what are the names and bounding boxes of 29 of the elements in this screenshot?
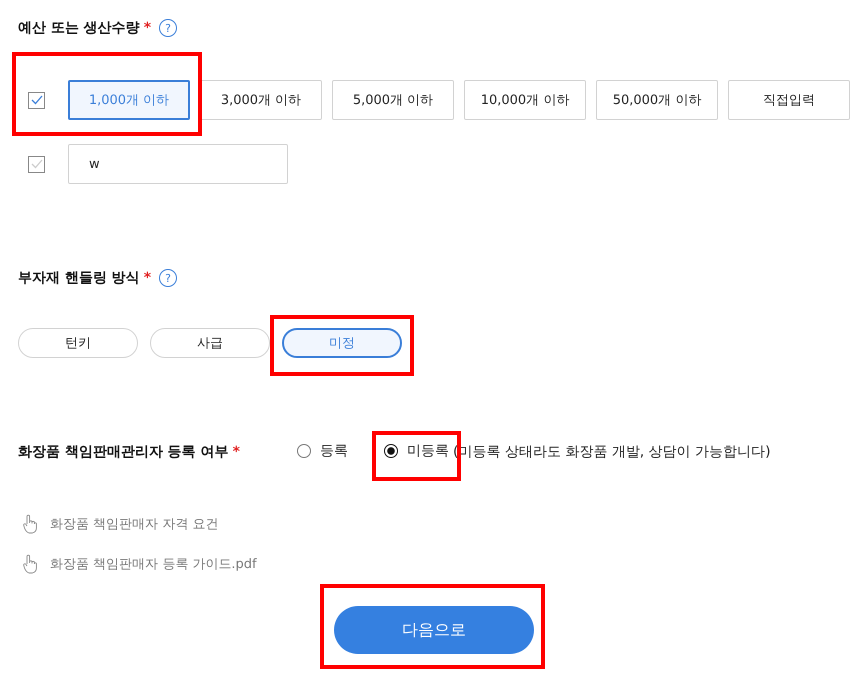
radio-option[interactable]: 미등록 bbox=[384, 442, 449, 460]
quantity-option[interactable]: 50,000개 이하 bbox=[596, 80, 718, 120]
guide-link[interactable]: 화장품 책임판매자 자격 요건 bbox=[50, 515, 218, 533]
section-title: 예산 또는 생산수량 bbox=[18, 19, 140, 37]
section-title: 화장품 책임판매관리자 등록 여부 bbox=[18, 443, 229, 461]
hand-pointer-icon bbox=[23, 554, 37, 574]
required-mark: * bbox=[144, 20, 152, 36]
guide-link[interactable]: 화장품 책임판매자 등록 가이드.pdf bbox=[50, 555, 257, 573]
check-icon bbox=[30, 159, 42, 169]
handling-option[interactable]: 미정 bbox=[282, 328, 402, 358]
radio-option[interactable]: 등록 bbox=[296, 442, 348, 460]
quantity-option[interactable]: 1,000개 이하 bbox=[68, 80, 190, 120]
help-icon[interactable]: ? bbox=[159, 19, 178, 37]
help-icon[interactable]: ? bbox=[159, 269, 178, 287]
checkbox[interactable] bbox=[28, 156, 45, 172]
hand-pointer-icon bbox=[23, 514, 37, 534]
quantity-option[interactable]: 10,000개 이하 bbox=[464, 80, 586, 120]
next-button[interactable]: 다음으로 bbox=[334, 606, 534, 654]
required-mark: * bbox=[232, 444, 240, 460]
section-title: 부자재 핸들링 방식 bbox=[18, 269, 140, 287]
required-mark: * bbox=[144, 270, 152, 286]
quantity-option[interactable]: 3,000개 이하 bbox=[200, 80, 322, 120]
custom-amount-field[interactable]: w bbox=[68, 144, 288, 184]
quantity-option[interactable]: 직접입력 bbox=[728, 80, 850, 120]
checkbox[interactable] bbox=[28, 92, 45, 108]
handling-option[interactable]: 턴키 bbox=[18, 328, 138, 358]
check-icon bbox=[30, 95, 42, 105]
handling-option[interactable]: 사급 bbox=[150, 328, 270, 358]
quantity-option[interactable]: 5,000개 이하 bbox=[332, 80, 454, 120]
